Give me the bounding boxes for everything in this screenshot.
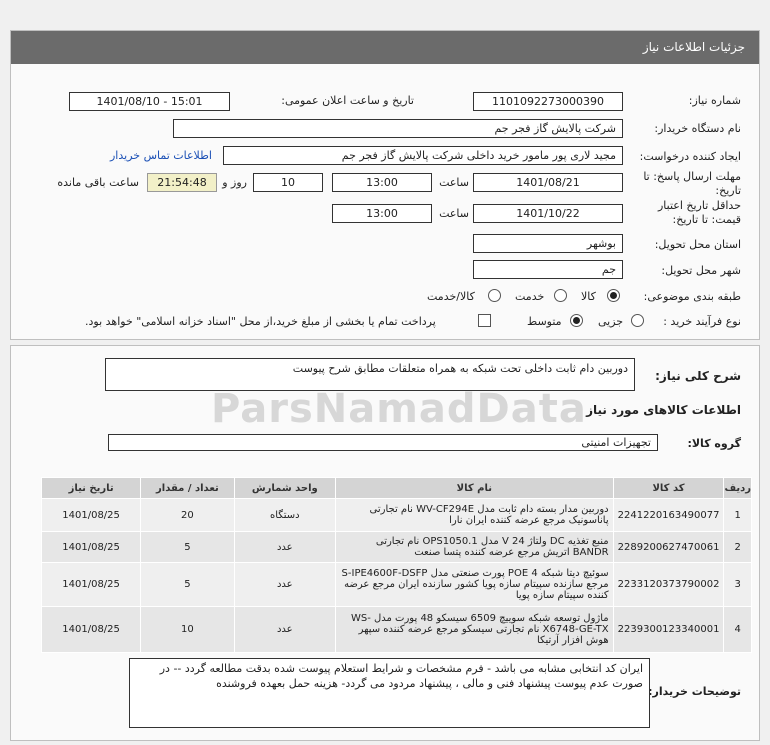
cell-qty: 20 <box>140 498 235 532</box>
goods-table: ردیف کد کالا نام کالا واحد شمارش تعداد /… <box>40 477 752 653</box>
treasury-payment-checkbox[interactable] <box>478 314 491 327</box>
days-label: روز و <box>222 176 247 189</box>
category-goods-radio[interactable] <box>607 289 620 302</box>
description-label: شرح کلی نیاز: <box>655 369 741 383</box>
col-name: نام کالا <box>335 477 614 499</box>
category-goods-service-radio[interactable] <box>488 289 501 302</box>
treasury-payment-text: پرداخت تمام یا بخشی از مبلغ خرید،از محل … <box>85 315 436 328</box>
category-service-radio[interactable] <box>554 289 567 302</box>
category-service-label: خدمت <box>515 290 545 303</box>
process-type-label: نوع فرآیند خرید : <box>663 315 741 328</box>
creator-label: ایجاد کننده درخواست: <box>639 150 741 163</box>
announce-field[interactable]: 1401/08/10 - 15:01 <box>69 92 230 111</box>
cell-index: 4 <box>723 606 752 653</box>
table-row[interactable]: 4 2239300123340001 ماژول توسعه شبکه سویی… <box>40 606 752 653</box>
cell-date: 1401/08/25 <box>40 562 142 607</box>
category-label: طبقه بندی موضوعی: <box>643 290 741 303</box>
process-minor-radio[interactable] <box>631 314 644 327</box>
reply-date-field[interactable]: 1401/08/21 <box>473 173 623 192</box>
need-number-field[interactable]: 1101092273000390 <box>473 92 623 111</box>
reply-time-field[interactable]: 13:00 <box>332 173 432 192</box>
contact-buyer-link[interactable]: اطلاعات تماس خریدار <box>110 149 212 162</box>
reply-deadline-label: مهلت ارسال پاسخ: تا <box>643 170 741 183</box>
col-code: کد کالا <box>612 477 725 499</box>
validity-time-label: ساعت <box>439 207 469 220</box>
buyer-field[interactable]: شرکت پالایش گاز فجر جم <box>173 119 623 138</box>
cell-qty: 5 <box>140 531 235 563</box>
need-details-panel: جزئیات اطلاعات نیاز شماره نیاز: 11010922… <box>10 30 760 340</box>
process-medium-radio[interactable] <box>570 314 583 327</box>
cell-code: 2289200627470061 <box>612 531 725 563</box>
col-unit: واحد شمارش <box>233 477 337 499</box>
validity-date-field[interactable]: 1401/10/22 <box>473 204 623 223</box>
province-field[interactable]: بوشهر <box>473 234 623 253</box>
goods-table-header: ردیف کد کالا نام کالا واحد شمارش تعداد /… <box>40 477 752 499</box>
cell-date: 1401/08/25 <box>40 531 142 563</box>
col-index: ردیف <box>723 477 752 499</box>
announce-label: تاریخ و ساعت اعلان عمومی: <box>281 94 414 107</box>
panel-header: جزئیات اطلاعات نیاز <box>11 31 759 64</box>
cell-index: 3 <box>723 562 752 607</box>
buyer-notes-label: توضیحات خریدار: <box>648 685 741 698</box>
table-row[interactable]: 1 2241220163490077 دوربین مدار بسته دام … <box>40 498 752 532</box>
cell-date: 1401/08/25 <box>40 606 142 653</box>
goods-group-field[interactable]: تجهیزات امنیتی <box>108 434 658 451</box>
goods-section-title: اطلاعات کالاهای مورد نیاز <box>586 403 741 417</box>
validity-label-2: قیمت: تا تاریخ: <box>672 213 741 226</box>
table-row[interactable]: 3 2233120373790002 سوئیچ دیتا شبکه 4 POE… <box>40 562 752 607</box>
category-goods-service-label: کالا/خدمت <box>427 290 475 303</box>
col-date: تاریخ نیاز <box>40 477 142 499</box>
col-qty: تعداد / مقدار <box>140 477 235 499</box>
cell-unit: دستگاه <box>233 498 337 532</box>
city-label: شهر محل تحویل: <box>661 264 741 277</box>
cell-unit: عدد <box>233 562 337 607</box>
process-minor-label: جزیی <box>598 315 624 328</box>
creator-field[interactable]: مجید لاری پور مامور خرید داخلی شرکت پالا… <box>223 146 623 165</box>
table-row[interactable]: 2 2289200627470061 منبع تغذیه DC ولتاژ 2… <box>40 531 752 563</box>
days-field[interactable]: 10 <box>253 173 323 192</box>
cell-unit: عدد <box>233 606 337 653</box>
watermark: ParsNamadData <box>211 386 587 432</box>
buyer-label: نام دستگاه خریدار: <box>654 122 741 135</box>
cell-name: سوئیچ دیتا شبکه 4 POE پورت صنعتی مدل S-I… <box>335 562 614 607</box>
cell-index: 2 <box>723 531 752 563</box>
process-medium-label: متوسط <box>527 315 562 328</box>
cell-code: 2241220163490077 <box>612 498 725 532</box>
cell-code: 2239300123340001 <box>612 606 725 653</box>
cell-unit: عدد <box>233 531 337 563</box>
reply-time-label: ساعت <box>439 176 469 189</box>
cell-qty: 5 <box>140 562 235 607</box>
cell-index: 1 <box>723 498 752 532</box>
validity-time-field[interactable]: 13:00 <box>332 204 432 223</box>
cell-qty: 10 <box>140 606 235 653</box>
cell-name: ماژول توسعه شبکه سوییچ 6509 سیسکو 48 پور… <box>335 606 614 653</box>
category-goods-label: کالا <box>581 290 596 303</box>
cell-name: منبع تغذیه DC ولتاژ 24 V مدل OPS1050.1 ن… <box>335 531 614 563</box>
cell-name: دوربین مدار بسته دام ثابت مدل WV-CF294E … <box>335 498 614 532</box>
goods-panel: شرح کلی نیاز: دوربین دام ثابت داخلی تحت … <box>10 345 760 741</box>
city-field[interactable]: جم <box>473 260 623 279</box>
cell-date: 1401/08/25 <box>40 498 142 532</box>
buyer-notes-field[interactable]: ایران کد انتخابی مشابه می باشد - فرم مشخ… <box>129 658 650 728</box>
need-number-label: شماره نیاز: <box>688 94 741 107</box>
validity-label: حداقل تاریخ اعتبار <box>657 199 741 212</box>
remaining-label: ساعت باقی مانده <box>57 176 139 189</box>
cell-code: 2233120373790002 <box>612 562 725 607</box>
remaining-time-field: 21:54:48 <box>147 173 217 192</box>
province-label: استان محل تحویل: <box>654 238 741 251</box>
goods-group-label: گروه کالا: <box>687 437 741 450</box>
reply-deadline-label-2: تاریخ: <box>715 184 741 197</box>
